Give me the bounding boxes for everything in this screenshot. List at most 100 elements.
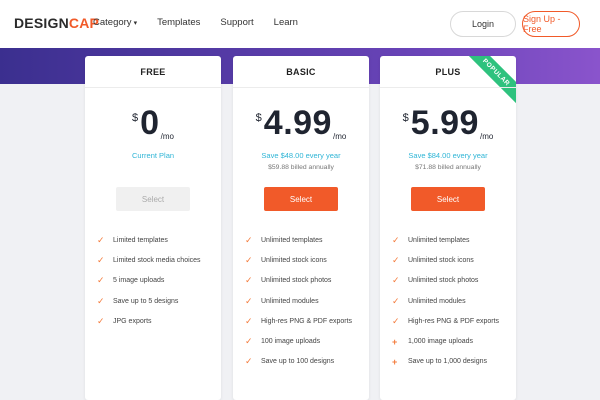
nav-item-support[interactable]: Support <box>220 17 253 28</box>
savings-label: Save $48.00 every year <box>261 151 341 160</box>
feature-text: 1,000 image uploads <box>408 338 473 346</box>
price-amount: 4.99 <box>263 104 332 142</box>
feature-text: High-res PNG & PDF exports <box>408 317 500 325</box>
list-item: ✓ Unlimited modules <box>245 291 365 311</box>
list-item: ✓ High-res PNG & PDF exports <box>245 311 365 331</box>
price-amount: 0 <box>140 104 160 142</box>
check-icon: ✓ <box>245 295 253 306</box>
feature-text: Limited stock media choices <box>113 256 201 264</box>
designcap-logo[interactable]: DESIGNCAP <box>14 15 99 31</box>
list-item: ✓ 100 image uploads <box>245 331 365 351</box>
nav-learn-label: Learn <box>273 17 298 28</box>
nav-category-label: Category <box>93 17 132 28</box>
chevron-down-icon: ▾ <box>133 19 138 27</box>
nav-item-category[interactable]: Category ▾ <box>93 17 137 28</box>
feature-text: Unlimited stock photos <box>408 277 479 285</box>
feature-text: Save up to 100 designs <box>261 358 335 366</box>
price-amount: 5.99 <box>410 104 479 142</box>
select-plus-button[interactable]: Select <box>411 187 485 211</box>
price-currency: $ <box>132 112 139 124</box>
feature-list: ✓ Unlimited templates ✓ Unlimited stock ic… <box>245 230 365 372</box>
check-icon: ✓ <box>97 315 105 326</box>
check-icon: ✓ <box>392 275 400 286</box>
feature-text: High-res PNG & PDF exports <box>261 317 353 325</box>
nav-support-label: Support <box>220 17 254 28</box>
feature-list: ✓ Limited templates ✓ Limited stock media … <box>97 230 217 331</box>
list-item: ✓ Save up to 5 designs <box>97 291 217 311</box>
check-icon: ✓ <box>97 254 105 265</box>
list-item: ✓ Unlimited stock photos <box>245 271 365 291</box>
logo-text-design: DESIGN <box>14 15 69 31</box>
check-icon: ✓ <box>245 315 253 326</box>
feature-text: 100 image uploads <box>261 338 321 346</box>
billing-label: $59.88 billed annually <box>268 164 334 171</box>
plan-card-plus: POPULAR PLUS $ 5.99 /mo Save $84.00 ever… <box>380 56 516 400</box>
list-item: ✓ Unlimited templates <box>245 230 365 250</box>
feature-text: Unlimited stock icons <box>261 256 327 264</box>
list-item: ✓ Unlimited stock photos <box>392 271 512 291</box>
main-nav: Category ▾ Templates Support Learn <box>93 17 318 28</box>
current-plan-label: Current Plan <box>131 151 175 160</box>
check-icon: ✓ <box>245 336 253 347</box>
check-icon: ✓ <box>245 356 253 367</box>
price-currency: $ <box>255 112 262 124</box>
feature-text: Unlimited modules <box>408 297 466 305</box>
plan-card-free: FREE $ 0 /mo Current Plan Select ✓ Limite… <box>85 56 221 400</box>
price-period: /mo <box>479 132 494 141</box>
list-item: ✓ JPG exports <box>97 311 217 331</box>
list-item: + Save up to 1,000 designs <box>392 352 512 372</box>
list-item: ✓ Limited templates <box>97 230 217 250</box>
feature-text: 5 image uploads <box>113 277 165 285</box>
list-item: ✓ Save up to 100 designs <box>245 352 365 372</box>
list-item: ✓ 5 image uploads <box>97 271 217 291</box>
list-item: ✓ Unlimited templates <box>392 230 512 250</box>
plan-name: PLUS <box>380 56 516 88</box>
check-icon: ✓ <box>392 234 400 245</box>
signup-button[interactable]: Sign Up - Free <box>522 11 580 37</box>
select-free-button[interactable]: Select <box>116 187 190 211</box>
check-icon: ✓ <box>392 315 400 326</box>
list-item: ✓ High-res PNG & PDF exports <box>392 311 512 331</box>
plus-icon: + <box>392 356 398 367</box>
savings-label: Save $84.00 every year <box>408 151 488 160</box>
feature-text: JPG exports <box>113 317 152 325</box>
plan-price: $ 0 /mo <box>85 106 221 141</box>
plan-name: FREE <box>85 56 221 88</box>
check-icon: ✓ <box>97 234 105 245</box>
feature-list: ✓ Unlimited templates ✓ Unlimited stock ic… <box>392 230 512 372</box>
feature-text: Unlimited stock photos <box>261 277 332 285</box>
price-currency: $ <box>402 112 409 124</box>
check-icon: ✓ <box>245 275 253 286</box>
plus-icon: + <box>392 336 398 347</box>
feature-text: Unlimited stock icons <box>408 256 474 264</box>
price-period: /mo <box>332 132 347 141</box>
list-item: ✓ Unlimited stock icons <box>392 250 512 270</box>
check-icon: ✓ <box>392 295 400 306</box>
login-button[interactable]: Login <box>450 11 516 37</box>
nav-item-templates[interactable]: Templates <box>157 17 200 28</box>
plan-price: $ 4.99 /mo <box>233 106 369 141</box>
feature-text: Save up to 1,000 designs <box>408 358 488 366</box>
list-item: ✓ Unlimited modules <box>392 291 512 311</box>
plan-price: $ 5.99 /mo <box>380 106 516 141</box>
feature-text: Unlimited templates <box>261 236 323 244</box>
feature-text: Save up to 5 designs <box>113 297 179 305</box>
list-item: ✓ Limited stock media choices <box>97 250 217 270</box>
check-icon: ✓ <box>245 254 253 265</box>
feature-text: Unlimited templates <box>408 236 470 244</box>
plan-name: BASIC <box>233 56 369 88</box>
top-header: DESIGNCAP Category ▾ Templates Support L… <box>0 0 600 48</box>
list-item: +1,000 image uploads <box>392 331 512 351</box>
price-period: /mo <box>160 132 174 141</box>
check-icon: ✓ <box>245 234 253 245</box>
check-icon: ✓ <box>97 295 105 306</box>
nav-templates-label: Templates <box>157 17 201 28</box>
check-icon: ✓ <box>97 275 105 286</box>
feature-text: Unlimited modules <box>261 297 319 305</box>
billing-label: $71.88 billed annually <box>415 164 481 171</box>
plan-card-basic: BASIC $ 4.99 /mo Save $48.00 every year … <box>233 56 369 400</box>
feature-text: Limited templates <box>113 236 168 244</box>
list-item: ✓ Unlimited stock icons <box>245 250 365 270</box>
select-basic-button[interactable]: Select <box>264 187 338 211</box>
nav-item-learn[interactable]: Learn <box>274 17 298 28</box>
